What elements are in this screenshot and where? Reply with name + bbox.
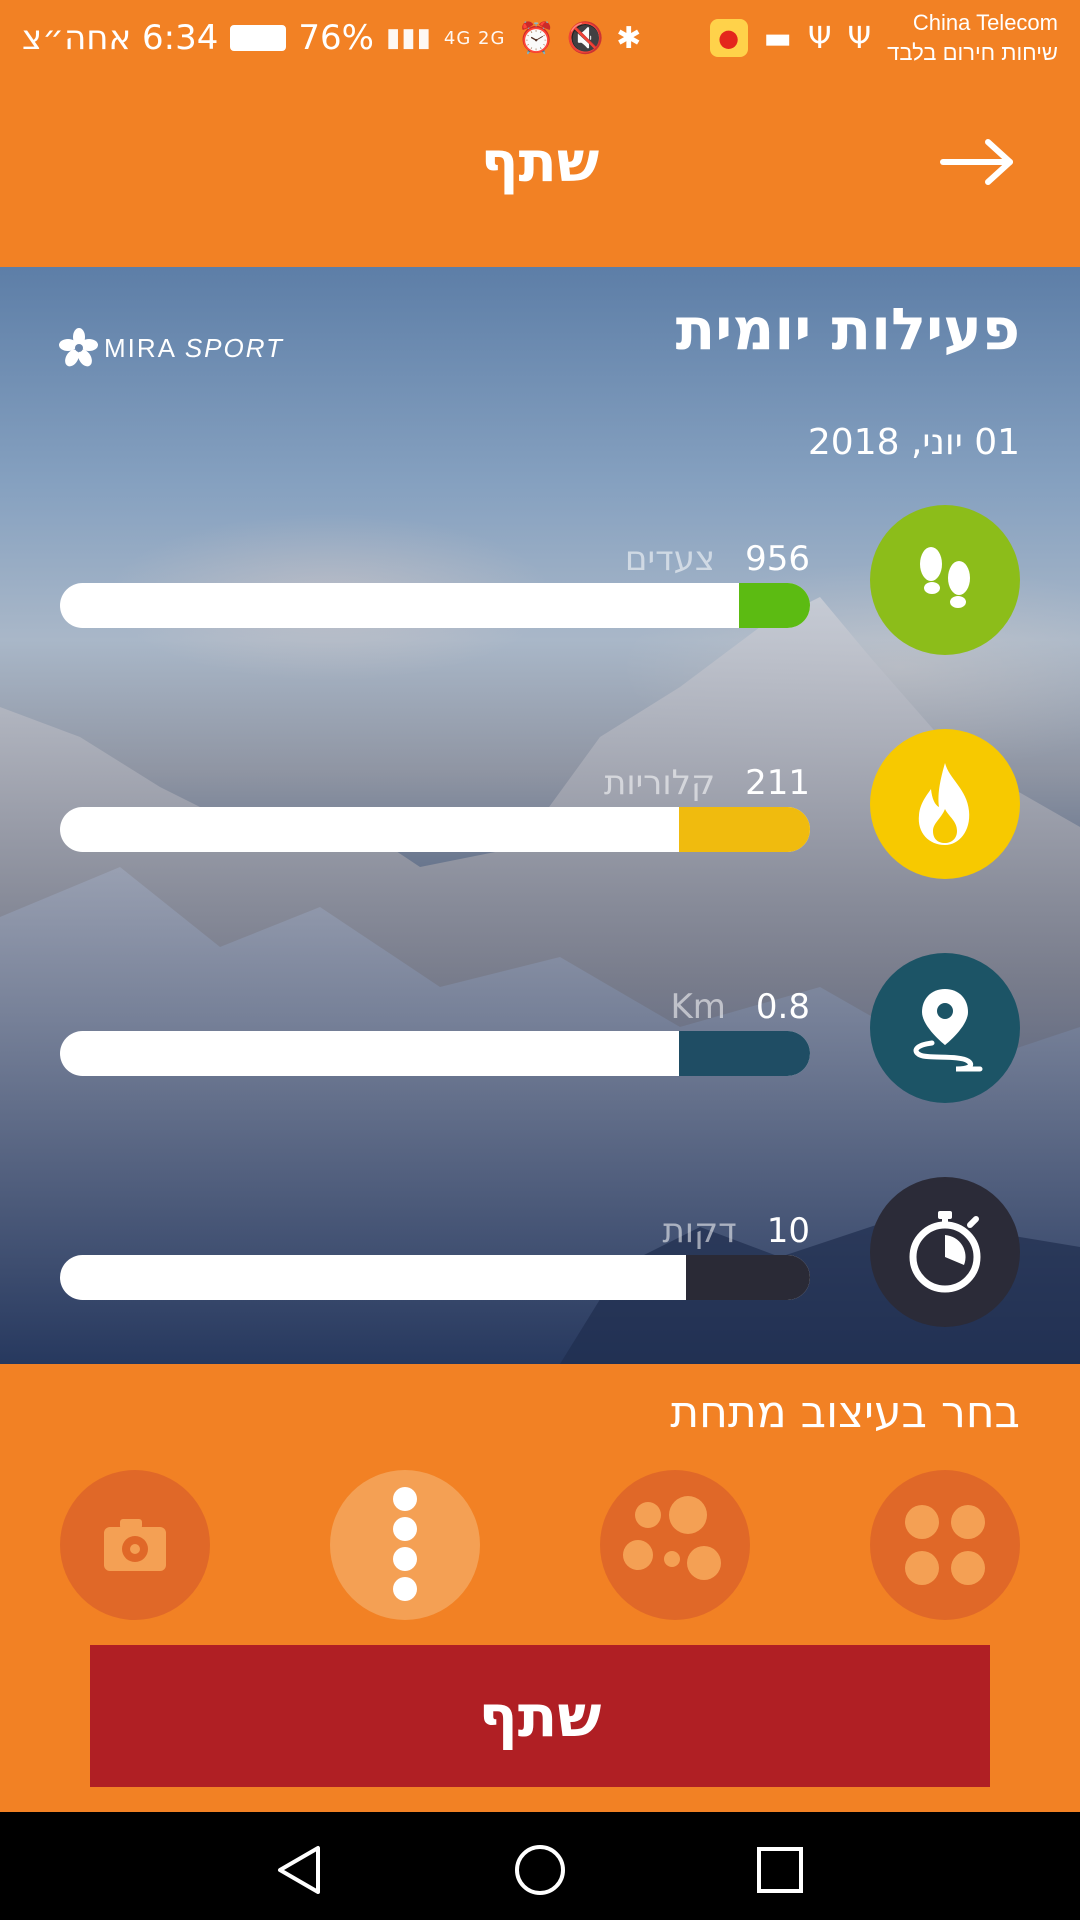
activity-date: 01 יוני, 2018 <box>807 422 1020 463</box>
usb-icon: Ψ <box>847 20 872 56</box>
metric-calories: 211 קלוריות <box>0 729 1080 879</box>
weibo-icon: ● <box>709 19 748 57</box>
recents-square-icon[interactable] <box>752 1842 808 1898</box>
scattered-dots-icon <box>623 1496 721 1580</box>
style-option-four-dots[interactable] <box>870 1470 1020 1620</box>
style-option-scattered-dots[interactable] <box>600 1470 750 1620</box>
location-route-icon <box>913 989 983 1072</box>
top-bar: שתף <box>0 75 1080 267</box>
duration-unit: דקות <box>662 1211 737 1251</box>
carrier-sub: שיחות חירום בלבד <box>887 40 1058 65</box>
footsteps-icon <box>920 547 970 608</box>
four-dots-icon <box>905 1505 985 1585</box>
metric-duration-circle <box>870 1177 1020 1327</box>
metric-distance-label: 0.8 Km <box>671 987 811 1027</box>
alarm-icon: ⏰ <box>517 20 555 56</box>
back-triangle-icon[interactable] <box>272 1842 328 1898</box>
card-title: פעילות יומית <box>675 295 1020 363</box>
system-nav-bar <box>0 1812 1080 1920</box>
activity-card: פעילות יומית MIRA SPORT 01 יוני, 2018 95… <box>0 267 1080 1364</box>
usb-icon: Ψ <box>807 20 832 56</box>
flower-logo-icon <box>59 328 98 367</box>
steps-value: 956 <box>745 539 810 579</box>
stopwatch-icon <box>909 1211 981 1293</box>
share-button[interactable]: שתף <box>90 1645 990 1787</box>
distance-value: 0.8 <box>755 987 810 1027</box>
metric-calories-circle <box>870 729 1020 879</box>
flame-icon <box>918 763 970 845</box>
battery-percent: 76% <box>298 18 374 58</box>
metric-distance: 0.8 Km <box>0 953 1080 1103</box>
style-picker-title: בחר בעיצוב מתחת <box>670 1387 1020 1438</box>
metric-duration-label: 10 דקות <box>662 1211 810 1251</box>
logo-brand: MIRA <box>104 332 176 363</box>
style-option-vertical-dots[interactable] <box>330 1470 480 1620</box>
duration-progress-fill <box>685 1255 810 1300</box>
distance-progress-fill <box>678 1031 810 1076</box>
mute-icon: 🔇 <box>566 20 605 56</box>
steps-progress-fill <box>738 583 810 628</box>
duration-progress-bar <box>60 1255 810 1300</box>
distance-unit: Km <box>670 987 726 1027</box>
metric-distance-circle <box>870 953 1020 1103</box>
logo-sport: SPORT <box>184 332 284 363</box>
calories-progress-fill <box>678 807 810 852</box>
metric-duration: 10 דקות <box>0 1177 1080 1327</box>
distance-progress-bar <box>60 1031 810 1076</box>
metric-steps-circle <box>870 505 1020 655</box>
carrier-info: China Telecom שיחות חירום בלבד <box>887 8 1058 68</box>
calories-progress-bar <box>60 807 810 852</box>
steps-progress-bar <box>60 583 810 628</box>
mira-sport-logo: MIRA SPORT <box>58 327 284 369</box>
home-circle-icon[interactable] <box>512 1842 568 1898</box>
metric-steps: 956 צעדים <box>0 505 1080 655</box>
logo-text: MIRA SPORT <box>104 333 284 364</box>
calories-value: 211 <box>745 763 810 803</box>
steps-unit: צעדים <box>624 539 716 579</box>
page-title: שתף <box>480 130 600 195</box>
status-right: ● ▬ Ψ Ψ China Telecom שיחות חירום בלבד <box>709 8 1058 68</box>
arrow-right-icon[interactable] <box>940 137 1016 187</box>
status-time: 6:34 אחה״צ <box>22 18 219 58</box>
duration-value: 10 <box>766 1211 810 1251</box>
metric-calories-label: 211 קלוריות <box>604 763 810 803</box>
status-left: 6:34 אחה״צ 76% ▮▮▮ 4G 2G ⏰ 🔇 ✱ <box>22 14 641 62</box>
briefcase-icon: ▬ <box>763 20 792 56</box>
camera-icon <box>104 1519 166 1571</box>
signal-icon: ▮▮▮ <box>385 23 432 53</box>
metric-steps-label: 956 צעדים <box>625 539 810 579</box>
calories-unit: קלוריות <box>603 763 716 803</box>
vertical-dots-icon <box>393 1487 417 1601</box>
carrier-name: China Telecom <box>912 10 1058 35</box>
network-type: 4G 2G <box>443 27 506 49</box>
bluetooth-icon: ✱ <box>616 20 642 56</box>
style-option-camera[interactable] <box>60 1470 210 1620</box>
battery-icon <box>230 25 287 51</box>
status-bar: 6:34 אחה״צ 76% ▮▮▮ 4G 2G ⏰ 🔇 ✱ ● ▬ Ψ Ψ C… <box>0 0 1080 75</box>
